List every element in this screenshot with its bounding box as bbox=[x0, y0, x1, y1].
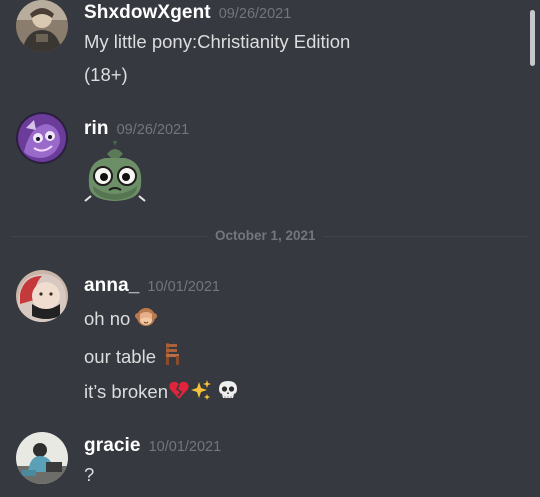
username[interactable]: anna_ bbox=[84, 275, 139, 296]
see-no-evil-monkey-emoji bbox=[135, 306, 158, 334]
timestamp: 10/01/2021 bbox=[147, 279, 220, 295]
message-header: ShxdowXgent 09/26/2021 bbox=[84, 2, 291, 25]
message-text: (18+) bbox=[84, 64, 128, 85]
message-text: our table bbox=[84, 342, 181, 372]
message-text-content: it’s broken bbox=[84, 381, 168, 402]
scrollbar-thumb[interactable] bbox=[530, 10, 535, 66]
sparkles-emoji bbox=[190, 379, 212, 407]
broken-heart-emoji bbox=[168, 379, 190, 407]
username[interactable]: rin bbox=[84, 118, 109, 139]
avatar[interactable] bbox=[16, 112, 68, 164]
message-text: oh no bbox=[84, 306, 158, 334]
timestamp: 10/01/2021 bbox=[148, 439, 222, 455]
message-text: it’s broken bbox=[84, 379, 239, 407]
chair-emoji bbox=[161, 342, 181, 372]
message-text-content: our table bbox=[84, 346, 156, 367]
avatar[interactable] bbox=[16, 0, 68, 52]
username[interactable]: gracie bbox=[84, 435, 141, 456]
avatar[interactable] bbox=[16, 270, 68, 322]
username[interactable]: ShxdowXgent bbox=[84, 2, 211, 23]
bag-creature-sticker[interactable] bbox=[83, 140, 147, 202]
message-text-content: oh no bbox=[84, 308, 131, 329]
skull-emoji bbox=[217, 379, 239, 407]
timestamp: 09/26/2021 bbox=[218, 6, 292, 22]
avatar[interactable] bbox=[16, 432, 68, 484]
message-header: anna_ 10/01/2021 bbox=[84, 275, 220, 298]
message-text: My little pony:Christianity Edition bbox=[84, 31, 351, 52]
date-divider-label: October 1, 2021 bbox=[207, 227, 324, 245]
message-text: ? bbox=[84, 464, 95, 485]
chat-message-list: ShxdowXgent 09/26/2021 My little pony:Chr… bbox=[0, 0, 540, 497]
timestamp: 09/26/2021 bbox=[116, 122, 190, 138]
message-header: rin 09/26/2021 bbox=[84, 118, 189, 141]
message-header: gracie 10/01/2021 bbox=[84, 435, 221, 458]
